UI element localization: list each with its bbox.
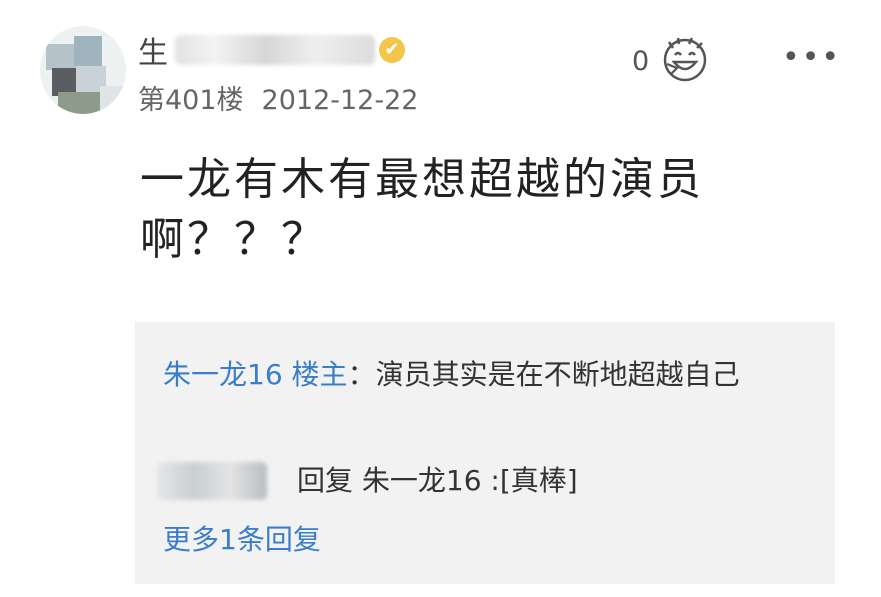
floor-number: 第401楼 (138, 85, 244, 116)
post-date: 2012-12-22 (261, 85, 419, 116)
laughing-face-like-icon (659, 34, 711, 88)
post-content: 一龙有木有最想超越的演员啊？？？ (140, 154, 704, 265)
post-meta: 第401楼 2012-12-22 (138, 78, 418, 117)
username-blurred (175, 35, 375, 65)
subreply-text[interactable]: 回复 朱一龙16 :[真棒] (297, 460, 578, 502)
reply-separator: ： (347, 358, 376, 391)
like-button[interactable]: 0 (632, 34, 711, 88)
reply-text: 演员其实是在不断地超越自己 (375, 358, 740, 391)
reply-box: 朱一龙16 楼主：演员其实是在不断地超越自己 回复 朱一龙16 :[真棒] 更多… (135, 322, 835, 584)
avatar[interactable] (40, 26, 126, 114)
reply-author[interactable]: 朱一龙16 (163, 358, 283, 391)
more-dots-icon[interactable]: ••• (782, 40, 841, 75)
more-replies-link[interactable]: 更多1条回复 (163, 518, 321, 558)
author-role-label: 楼主 (291, 358, 348, 391)
like-count: 0 (632, 45, 650, 77)
username-text: 生 (138, 36, 169, 71)
subreply-user-blurred[interactable] (157, 462, 267, 500)
vip-badge-icon: ✔ (379, 37, 405, 63)
author-reply[interactable]: 朱一龙16 楼主：演员其实是在不断地超越自己 (163, 354, 803, 396)
username[interactable]: 生 ✔ (138, 30, 405, 71)
